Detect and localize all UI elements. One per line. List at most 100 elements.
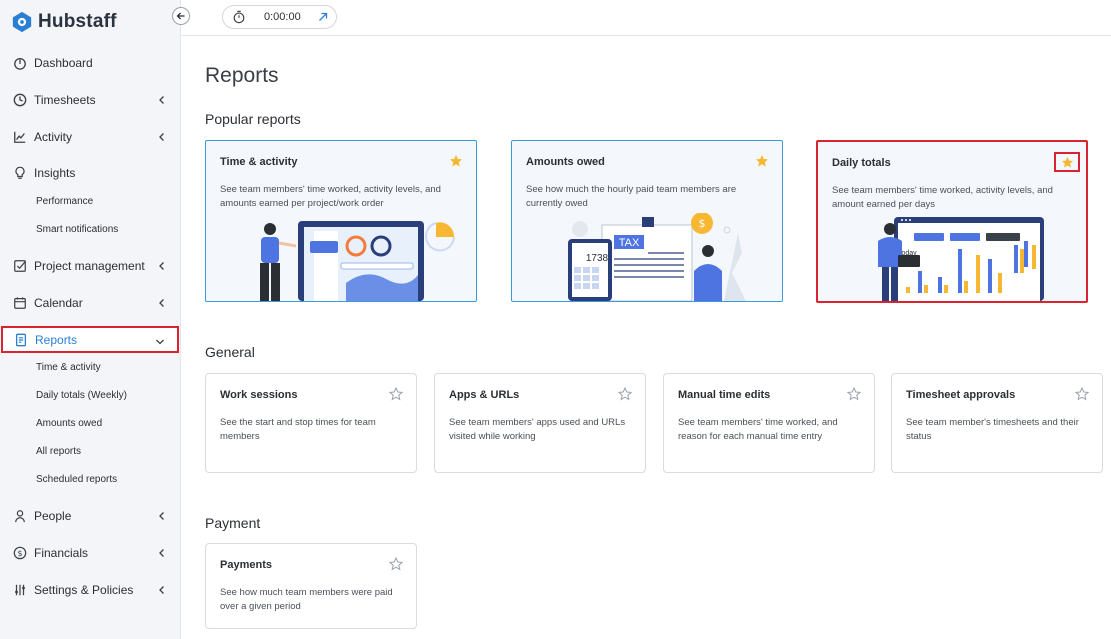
- timer-value: 0:00:00: [264, 11, 301, 23]
- star-outline-icon[interactable]: [847, 387, 861, 401]
- sidebar-item-dashboard[interactable]: Dashboard: [0, 49, 181, 77]
- daily-totals-illustration: Today: [878, 217, 1044, 301]
- card-title: Apps & URLs: [449, 389, 520, 401]
- calculator-display: 1738: [586, 253, 609, 264]
- sidebar-subitem-all-reports[interactable]: All reports: [36, 443, 81, 459]
- chevron-left-icon: [159, 586, 164, 594]
- sidebar-item-label: Reports: [35, 332, 78, 347]
- top-bar: 0:00:00: [181, 0, 1111, 36]
- sidebar-subitem-performance[interactable]: Performance: [36, 193, 93, 209]
- clock-icon: [13, 93, 27, 107]
- report-card-manual-time-edits[interactable]: Manual time edits See team members' time…: [663, 373, 875, 473]
- activity-chart-icon: [13, 130, 27, 144]
- report-card-apps-urls[interactable]: Apps & URLs See team members' apps used …: [434, 373, 646, 473]
- sidebar-item-insights[interactable]: Insights: [0, 159, 181, 187]
- svg-text:$: $: [17, 549, 22, 558]
- star-outline-icon[interactable]: [618, 387, 632, 401]
- chevron-down-icon: [156, 339, 164, 345]
- chevron-left-icon: [159, 549, 164, 557]
- card-description: See how much team members were paid over…: [220, 587, 393, 612]
- app-name: Hubstaff: [38, 11, 117, 32]
- sidebar-item-label: Settings & Policies: [34, 583, 134, 597]
- star-outline-icon[interactable]: [389, 557, 403, 571]
- sidebar-item-activity[interactable]: Activity: [0, 123, 181, 151]
- sidebar-subitem-daily-totals-weekly[interactable]: Daily totals (Weekly): [36, 387, 127, 403]
- svg-text:$: $: [699, 217, 706, 230]
- chevron-left-icon: [159, 96, 164, 104]
- card-title: Timesheet approvals: [906, 389, 1016, 401]
- report-card-payments[interactable]: Payments See how much team members were …: [205, 543, 417, 629]
- sidebar-item-label: Insights: [34, 166, 76, 180]
- card-title: Time & activity: [220, 156, 298, 168]
- sidebar-item-label: Dashboard: [34, 56, 93, 70]
- sidebar-item-label: Activity: [34, 130, 73, 144]
- page-title: Reports: [205, 64, 279, 87]
- chevron-left-icon: [159, 299, 164, 307]
- chevron-left-icon: [159, 133, 164, 141]
- payment-heading: Payment: [205, 515, 261, 531]
- sidebar-item-project-management[interactable]: Project management: [0, 252, 181, 280]
- star-outline-icon[interactable]: [1075, 387, 1089, 401]
- chevron-left-icon: [159, 262, 164, 270]
- calendar-icon: [13, 296, 27, 310]
- sidebar-subitem-time-activity[interactable]: Time & activity: [36, 359, 101, 375]
- amounts-owed-illustration: TAX 1738 $: [568, 213, 746, 301]
- time-activity-illustration: [260, 221, 455, 301]
- sidebar-item-label: Financials: [34, 546, 89, 560]
- card-title: Amounts owed: [526, 156, 605, 168]
- checkbox-icon: [13, 259, 27, 273]
- sidebar-item-financials[interactable]: $ Financials: [0, 539, 181, 567]
- report-card-work-sessions[interactable]: Work sessions See the start and stop tim…: [205, 373, 417, 473]
- report-icon: [14, 333, 28, 347]
- sidebar-item-timesheets[interactable]: Timesheets: [0, 86, 181, 114]
- card-description: See team members' time worked, activity …: [220, 184, 441, 209]
- card-title: Work sessions: [220, 389, 298, 401]
- tax-label: TAX: [619, 237, 640, 249]
- dashboard-icon: [13, 56, 27, 70]
- report-card-amounts-owed[interactable]: Amounts owed See how much the hourly pai…: [511, 140, 783, 302]
- sidebar-subitem-amounts-owed[interactable]: Amounts owed: [36, 415, 102, 431]
- dollar-circle-icon: $: [13, 546, 27, 560]
- sidebar-item-people[interactable]: People: [0, 502, 181, 530]
- card-description: See how much the hourly paid team member…: [526, 184, 737, 209]
- card-description: See the start and stop times for team me…: [220, 417, 376, 442]
- sidebar-item-label: Project management: [34, 259, 145, 273]
- chevron-left-icon: [159, 512, 164, 520]
- card-description: See team members' apps used and URLs vis…: [449, 417, 626, 442]
- favorite-toggle-highlight[interactable]: [1054, 152, 1080, 172]
- sidebar-subitem-smart-notifications[interactable]: Smart notifications: [36, 221, 118, 237]
- sidebar-subitem-scheduled-reports[interactable]: Scheduled reports: [36, 471, 117, 487]
- sidebar-item-settings-policies[interactable]: Settings & Policies: [0, 576, 181, 604]
- timer-widget[interactable]: 0:00:00: [222, 5, 337, 29]
- report-card-daily-totals[interactable]: Daily totals See team members' time work…: [816, 140, 1088, 303]
- hubstaff-logo[interactable]: Hubstaff: [11, 10, 117, 34]
- open-external-arrow-icon[interactable]: [318, 12, 328, 22]
- sidebar-item-calendar[interactable]: Calendar: [0, 289, 181, 317]
- general-heading: General: [205, 344, 255, 360]
- card-title: Payments: [220, 559, 272, 571]
- person-icon: [13, 509, 27, 523]
- lightbulb-icon: [13, 166, 27, 180]
- sidebar-item-label: Calendar: [34, 296, 83, 310]
- card-description: See team members' time worked, and reaso…: [678, 417, 838, 442]
- hubstaff-logo-icon: [12, 11, 32, 33]
- arrow-left-icon: [176, 12, 185, 20]
- report-card-timesheet-approvals[interactable]: Timesheet approvals See team member's ti…: [891, 373, 1103, 473]
- report-card-time-activity[interactable]: Time & activity See team members' time w…: [205, 140, 477, 302]
- sliders-icon: [13, 583, 27, 597]
- star-filled-icon[interactable]: [755, 154, 769, 168]
- stopwatch-icon: [233, 10, 245, 24]
- sidebar-item-label: People: [34, 509, 72, 523]
- card-description: See team members' time worked, activity …: [832, 185, 1053, 210]
- sidebar-item-label: Timesheets: [34, 93, 96, 107]
- card-title: Manual time edits: [678, 389, 771, 401]
- star-filled-icon[interactable]: [1061, 156, 1074, 169]
- popular-reports-heading: Popular reports: [205, 111, 301, 127]
- card-description: See team member's timesheets and their s…: [906, 417, 1079, 442]
- card-title: Daily totals: [832, 157, 891, 169]
- star-filled-icon[interactable]: [449, 154, 463, 168]
- sidebar: Hubstaff Dashboard Timesheets Activity I…: [0, 0, 181, 639]
- star-outline-icon[interactable]: [389, 387, 403, 401]
- sidebar-item-reports[interactable]: Reports: [1, 326, 179, 353]
- collapse-sidebar-button[interactable]: [172, 7, 190, 25]
